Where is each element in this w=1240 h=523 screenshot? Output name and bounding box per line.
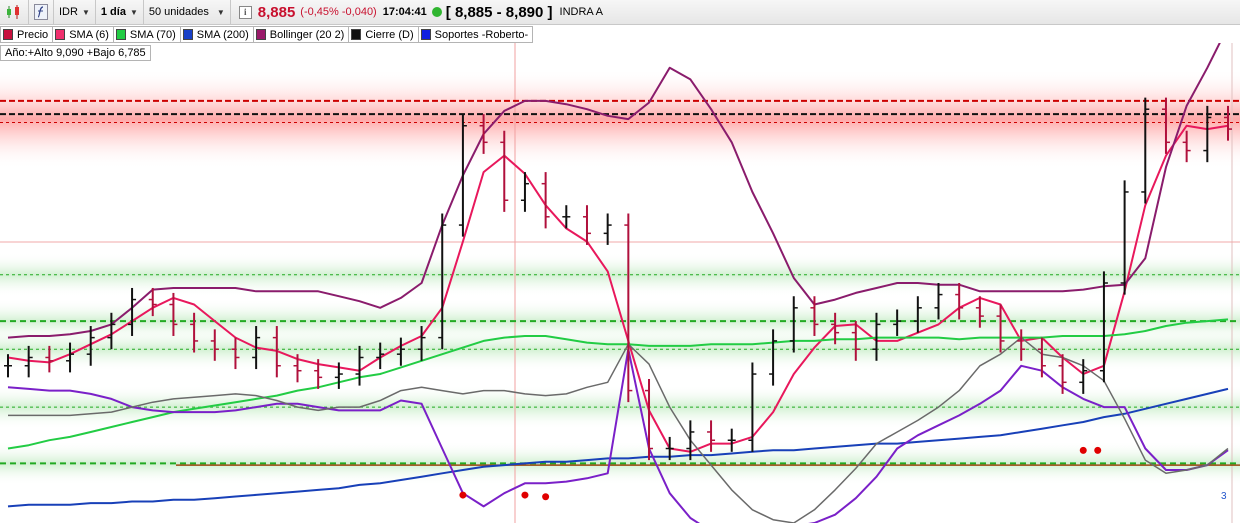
candlestick-chart-icon xyxy=(7,5,19,19)
legend-label: Cierre (D) xyxy=(365,28,414,41)
legend-item-sma6[interactable]: SMA (6) xyxy=(53,26,114,43)
legend-item-cierre[interactable]: Cierre (D) xyxy=(349,26,419,43)
bid-ask-range: [ 8,885 - 8,890 ] xyxy=(445,3,553,21)
price-chart[interactable] xyxy=(0,43,1240,523)
chevron-down-icon: ▼ xyxy=(129,7,138,17)
legend-swatch xyxy=(255,29,266,40)
price-change: (-0,45% -0,040) xyxy=(300,6,377,18)
info-icon[interactable]: i xyxy=(238,5,252,19)
legend-item-sma70[interactable]: SMA (70) xyxy=(113,26,181,43)
signal-dot xyxy=(1079,446,1087,454)
signal-dot xyxy=(459,491,467,499)
legend-label: SMA (6) xyxy=(69,28,109,41)
legend-label: SMA (200) xyxy=(196,28,249,41)
chevron-down-icon: ▼ xyxy=(81,7,90,17)
year-range-box: Año:+Alto 9,090 +Bajo 6,785 xyxy=(0,45,151,61)
bollinger-lower-line xyxy=(7,348,1229,523)
function-icon xyxy=(34,4,48,20)
last-price: 8,885 xyxy=(257,3,296,21)
indicator-legend: Precio SMA (6) SMA (70) SMA (200) Bollin… xyxy=(0,26,534,43)
interval-select[interactable]: 1 día ▼ xyxy=(96,0,144,25)
legend-swatch xyxy=(420,29,431,40)
legend-swatch xyxy=(3,29,13,40)
resistance-zone xyxy=(0,68,1240,169)
ticker-label: IDR xyxy=(59,6,78,18)
chevron-down-icon: ▼ xyxy=(216,7,225,17)
legend-item-soportes[interactable]: Soportes -Roberto- xyxy=(418,26,534,43)
signal-dot xyxy=(521,491,529,499)
units-select[interactable]: 50 unidades ▼ xyxy=(144,0,231,25)
legend-swatch xyxy=(182,29,193,40)
legend-item-precio[interactable]: Precio xyxy=(0,26,54,43)
signal-dot xyxy=(1094,446,1102,454)
ticker-select[interactable]: IDR ▼ xyxy=(54,0,96,25)
legend-swatch xyxy=(351,29,362,40)
quote-time: 17:04:41 xyxy=(382,6,427,18)
legend-item-bollinger[interactable]: Bollinger (20 2) xyxy=(253,26,350,43)
legend-item-sma200[interactable]: SMA (200) xyxy=(180,26,254,43)
legend-swatch xyxy=(115,29,126,40)
units-label: 50 unidades xyxy=(148,6,209,18)
interval-label: 1 día xyxy=(100,6,126,18)
chart-type-button[interactable] xyxy=(0,0,29,25)
legend-label: Precio xyxy=(17,28,49,41)
legend-swatch xyxy=(55,29,66,40)
market-status-icon xyxy=(431,7,442,17)
legend-label: Bollinger (20 2) xyxy=(269,28,345,41)
signal-dot xyxy=(542,493,550,501)
page-number: 3 xyxy=(1221,491,1227,502)
indicators-button[interactable] xyxy=(29,0,54,25)
instrument-name: INDRA A xyxy=(559,6,603,18)
legend-label: Soportes -Roberto- xyxy=(434,28,529,41)
toolbar: IDR ▼ 1 día ▼ 50 unidades ▼ i 8,885 (-0,… xyxy=(0,0,1240,25)
legend-label: SMA (70) xyxy=(129,28,176,41)
